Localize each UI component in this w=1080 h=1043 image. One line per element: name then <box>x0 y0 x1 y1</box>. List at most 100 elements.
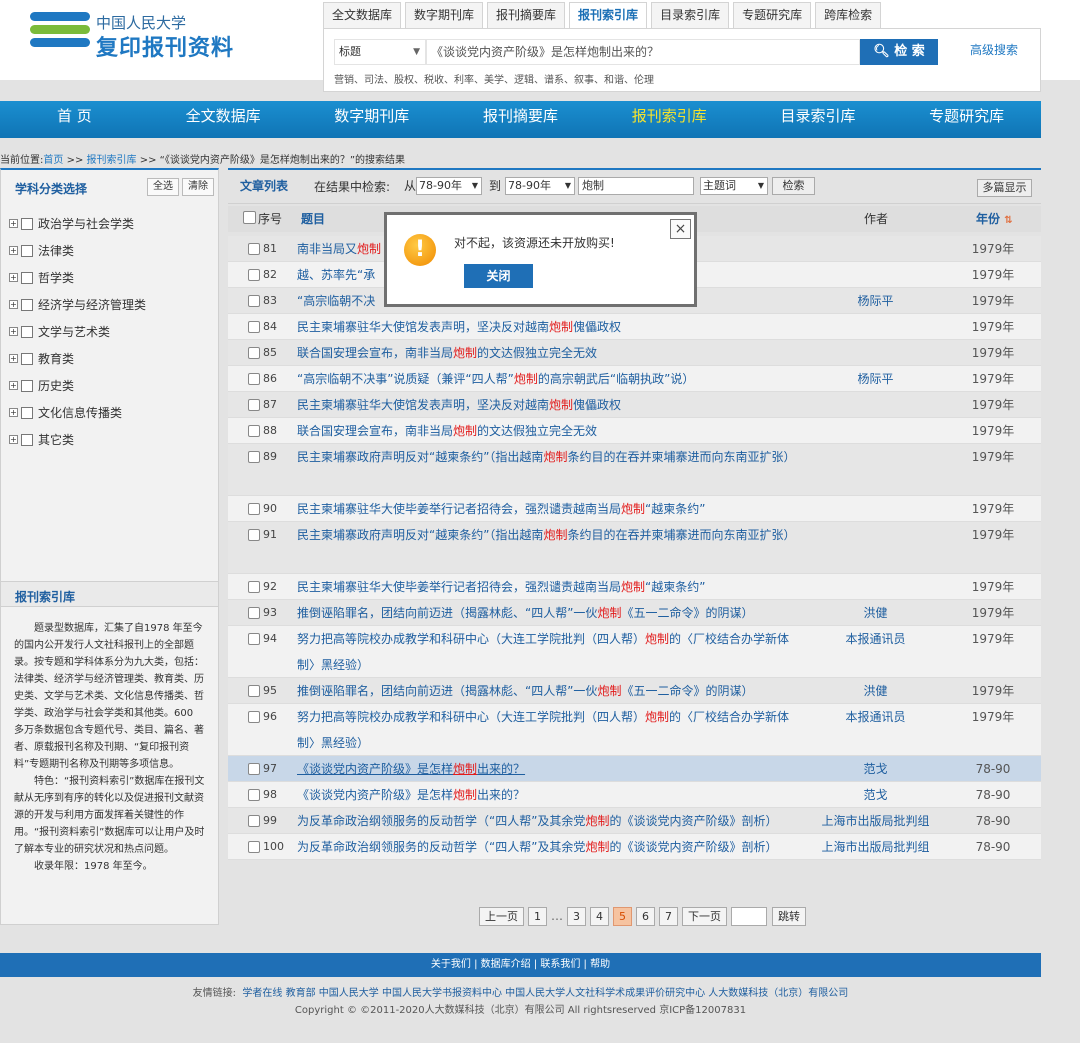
nav-abstract[interactable]: 报刊摘要库 <box>446 101 595 138</box>
search-input[interactable]: 《谈谈党内资产阶级》是怎样炮制出来的？ <box>426 39 860 65</box>
multi-display-button[interactable]: 多篇显示 <box>977 179 1032 197</box>
friend-link-list[interactable]: 学者在线 教育部 中国人民大学 中国人民大学书报资料中心 中国人民大学人文社科学… <box>242 988 848 999</box>
row-title[interactable]: 联合国安理会宣布，南非当局炮制的文达假独立完全无效 <box>297 346 597 360</box>
row-title[interactable]: 《谈谈党内资产阶级》是怎样炮制出来的？ <box>297 788 525 802</box>
row-title-link[interactable]: 联合国安理会宣布，南非当局炮制的文达假独立完全无效 <box>297 418 802 444</box>
close-icon[interactable]: × <box>670 219 691 239</box>
row-title[interactable]: 为反革命政治纲领服务的反动哲学（“四人帮”及其余党炮制的《谈谈党内资产阶级》剖析… <box>297 840 777 854</box>
nav-digital-journal[interactable]: 数字期刊库 <box>297 101 446 138</box>
category-checkbox[interactable] <box>21 299 33 311</box>
row-author[interactable]: 杨际平 <box>793 292 958 310</box>
category-checkbox[interactable] <box>21 353 33 365</box>
row-title-link[interactable]: 努力把高等院校办成教学和科研中心（大连工学院批判（四人帮）炮制的〈厂校结合办学新… <box>297 626 802 678</box>
row-title-link[interactable]: 民主柬埔寨政府声明反对“越柬条约”（指出越南炮制条约目的在吞并柬埔寨进而向东南亚… <box>297 522 802 548</box>
row-author[interactable]: 范戈 <box>793 786 958 804</box>
row-title-link[interactable]: 民主柬埔寨政府声明反对“越柬条约”（指出越南炮制条约目的在吞并柬埔寨进而向东南亚… <box>297 444 802 470</box>
row-title-link[interactable]: 民主柬埔寨驻华大使毕姜举行记者招待会，强烈谴责越南当局炮制“越柬条约” <box>297 574 802 600</box>
category-item[interactable]: + 政治学与社会学类 <box>1 214 218 241</box>
tab-fulltext[interactable]: 全文数据库 <box>323 2 402 28</box>
expand-icon[interactable]: + <box>9 219 18 228</box>
tab-topic[interactable]: 专题研究库 <box>733 2 812 28</box>
row-title-link[interactable]: 民主柬埔寨驻华大使毕姜举行记者招待会，强烈谴责越南当局炮制“越柬条约” <box>297 496 802 522</box>
sort-icon[interactable]: ⇅ <box>1004 215 1012 226</box>
nav-home[interactable]: 首 页 <box>0 101 149 138</box>
row-title-link[interactable]: 《谈谈党内资产阶级》是怎样炮制出来的？ <box>297 782 802 808</box>
row-title-link[interactable]: 民主柬埔寨驻华大使馆发表声明，坚决反对越南炮制傀儡政权 <box>297 314 802 340</box>
select-all-button[interactable]: 全选 <box>147 178 179 196</box>
table-row[interactable]: 99 为反革命政治纲领服务的反动哲学（“四人帮”及其余党炮制的《谈谈党内资产阶级》… <box>228 808 1041 834</box>
breadcrumb-home[interactable]: 首页 <box>43 155 63 166</box>
row-author[interactable]: 范戈 <box>793 760 958 778</box>
category-item[interactable]: + 教育类 <box>1 349 218 376</box>
row-title[interactable]: 为反革命政治纲领服务的反动哲学（“四人帮”及其余党炮制的《谈谈党内资产阶级》剖析… <box>297 814 777 828</box>
category-item[interactable]: + 文化信息传播类 <box>1 403 218 430</box>
row-title-link[interactable]: 为反革命政治纲领服务的反动哲学（“四人帮”及其余党炮制的《谈谈党内资产阶级》剖析… <box>297 834 802 860</box>
row-title[interactable]: 《谈谈党内资产阶级》是怎样炮制出来的？ <box>297 762 525 776</box>
row-title-link[interactable]: 努力把高等院校办成教学和科研中心（大连工学院批判（四人帮）炮制的〈厂校结合办学新… <box>297 704 802 756</box>
table-row[interactable]: 93 推倒诬陷罪名，团结向前迈进（揭露林彪、“四人帮”一伙炮制《五一二命令》的阴谋… <box>228 600 1041 626</box>
category-item[interactable]: + 历史类 <box>1 376 218 403</box>
tab-digital-journal[interactable]: 数字期刊库 <box>405 2 484 28</box>
col-title[interactable]: 题目 <box>301 210 325 227</box>
tab-abstract[interactable]: 报刊摘要库 <box>487 2 566 28</box>
expand-icon[interactable]: + <box>9 381 18 390</box>
category-checkbox[interactable] <box>21 407 33 419</box>
row-author[interactable]: 本报通讯员 <box>793 708 958 726</box>
category-item[interactable]: + 文学与艺术类 <box>1 322 218 349</box>
page-button[interactable]: 6 <box>636 906 655 926</box>
nav-index[interactable]: 报刊索引库 <box>595 101 744 138</box>
row-title[interactable]: 民主柬埔寨驻华大使毕姜举行记者招待会，强烈谴责越南当局炮制“越柬条约” <box>297 502 705 516</box>
table-row[interactable]: 100 为反革命政治纲领服务的反动哲学（“四人帮”及其余党炮制的《谈谈党内资产阶级… <box>228 834 1041 860</box>
row-checkbox[interactable] <box>248 633 260 645</box>
row-title[interactable]: 民主柬埔寨政府声明反对“越柬条约”（指出越南炮制条约目的在吞并柬埔寨进而向东南亚… <box>297 528 795 542</box>
to-year-select[interactable]: 78-90年 ▼ <box>505 177 575 195</box>
row-checkbox[interactable] <box>248 425 260 437</box>
prev-page-button[interactable]: 上一页 <box>479 906 524 926</box>
row-author[interactable]: 上海市出版局批判组 <box>793 812 958 830</box>
advanced-search-link[interactable]: 高级搜索 <box>970 41 1018 58</box>
row-title[interactable]: 南非当局又炮制 <box>297 242 381 256</box>
page-button[interactable]: 1 <box>528 906 547 926</box>
tab-cross[interactable]: 跨库检索 <box>815 2 882 28</box>
row-checkbox[interactable] <box>248 451 260 463</box>
select-all-checkbox[interactable] <box>243 211 256 224</box>
row-title-link[interactable]: 推倒诬陷罪名，团结向前迈进（揭露林彪、“四人帮”一伙炮制《五一二命令》的阴谋） <box>297 600 802 626</box>
row-checkbox[interactable] <box>248 763 260 775</box>
row-title[interactable]: 推倒诬陷罪名，团结向前迈进（揭露林彪、“四人帮”一伙炮制《五一二命令》的阴谋） <box>297 606 753 620</box>
refine-search-button[interactable]: 检索 <box>772 177 815 195</box>
table-row[interactable]: 94 努力把高等院校办成教学和科研中心（大连工学院批判（四人帮）炮制的〈厂校结合办… <box>228 626 1041 678</box>
row-title[interactable]: 民主柬埔寨政府声明反对“越柬条约”（指出越南炮制条约目的在吞并柬埔寨进而向东南亚… <box>297 450 795 464</box>
jump-page-input[interactable] <box>731 906 767 926</box>
row-checkbox[interactable] <box>248 373 260 385</box>
row-title-link[interactable]: “高宗临朝不决事”说质疑（兼评“四人帮”炮制的高宗朝武后“临朝执政”说） <box>297 366 802 392</box>
clear-button[interactable]: 清除 <box>182 178 214 196</box>
expand-icon[interactable]: + <box>9 354 18 363</box>
expand-icon[interactable]: + <box>9 246 18 255</box>
refine-field-select[interactable]: 主题词 ▼ <box>700 177 768 195</box>
nav-fulltext[interactable]: 全文数据库 <box>149 101 298 138</box>
row-title-link[interactable]: 联合国安理会宣布，南非当局炮制的文达假独立完全无效 <box>297 340 802 366</box>
table-row[interactable]: 95 推倒诬陷罪名，团结向前迈进（揭露林彪、“四人帮”一伙炮制《五一二命令》的阴谋… <box>228 678 1041 704</box>
row-checkbox[interactable] <box>248 269 260 281</box>
category-item[interactable]: + 经济学与经济管理类 <box>1 295 218 322</box>
category-item[interactable]: + 法律类 <box>1 241 218 268</box>
row-title-link[interactable]: 民主柬埔寨驻华大使馆发表声明，坚决反对越南炮制傀儡政权 <box>297 392 802 418</box>
nav-topic[interactable]: 专题研究库 <box>892 101 1041 138</box>
table-row[interactable]: 96 努力把高等院校办成教学和科研中心（大连工学院批判（四人帮）炮制的〈厂校结合办… <box>228 704 1041 756</box>
expand-icon[interactable]: + <box>9 408 18 417</box>
expand-icon[interactable]: + <box>9 327 18 336</box>
row-author[interactable]: 杨际平 <box>793 370 958 388</box>
row-checkbox[interactable] <box>248 581 260 593</box>
row-title[interactable]: 民主柬埔寨驻华大使馆发表声明，坚决反对越南炮制傀儡政权 <box>297 398 621 412</box>
tab-index[interactable]: 报刊索引库 <box>569 2 648 28</box>
expand-icon[interactable]: + <box>9 300 18 309</box>
row-title[interactable]: 努力把高等院校办成教学和科研中心（大连工学院批判（四人帮）炮制的〈厂校结合办学新… <box>297 710 789 750</box>
row-author[interactable]: 洪健 <box>793 604 958 622</box>
row-title[interactable]: “高宗临朝不决事”说质疑（兼评“四人帮”炮制的高宗朝武后“临朝执政”说） <box>297 372 694 386</box>
row-author[interactable]: 上海市出版局批判组 <box>793 838 958 856</box>
table-row[interactable]: 84 民主柬埔寨驻华大使馆发表声明，坚决反对越南炮制傀儡政权 1979年 <box>228 314 1041 340</box>
table-row[interactable]: 87 民主柬埔寨驻华大使馆发表声明，坚决反对越南炮制傀儡政权 1979年 <box>228 392 1041 418</box>
category-checkbox[interactable] <box>21 245 33 257</box>
row-author[interactable]: 洪健 <box>793 682 958 700</box>
row-checkbox[interactable] <box>248 321 260 333</box>
